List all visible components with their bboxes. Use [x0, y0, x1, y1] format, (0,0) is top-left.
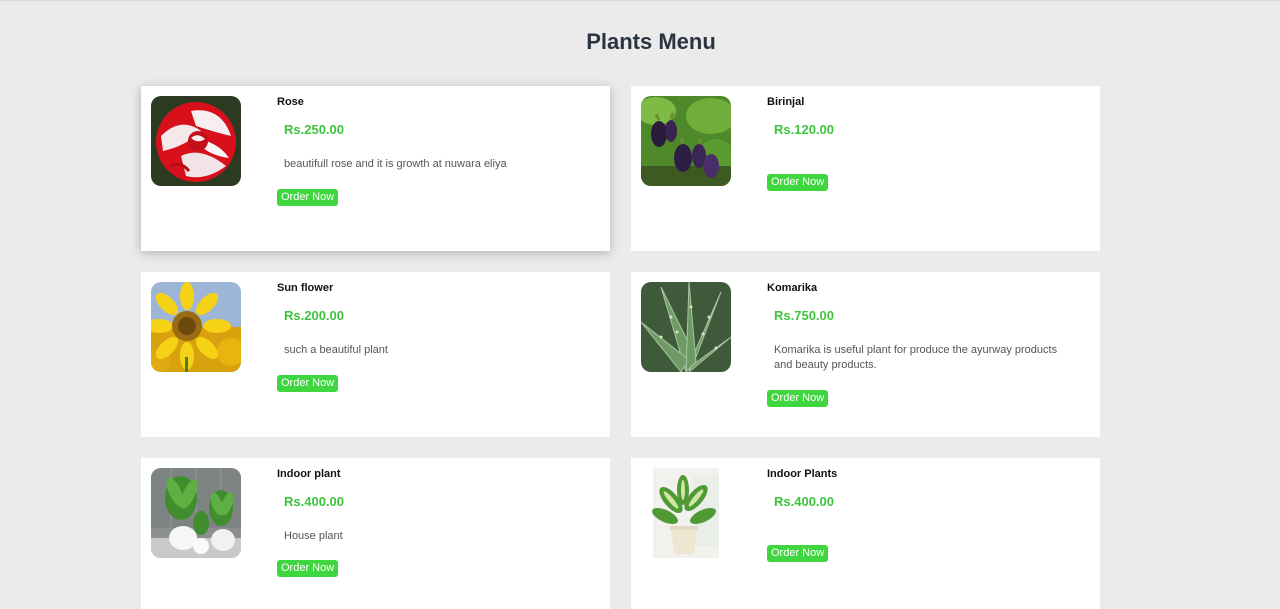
product-name: Komarika — [767, 282, 818, 294]
product-card-rose: Rose Rs.250.00 beautifull rose and it is… — [141, 86, 610, 251]
order-now-button[interactable]: Order Now — [767, 390, 829, 407]
product-price: Rs.750.00 — [774, 308, 834, 323]
order-now-button[interactable]: Order Now — [277, 189, 339, 206]
product-description: beautifull rose and it is growth at nuwa… — [284, 158, 507, 170]
order-now-button[interactable]: Order Now — [767, 545, 829, 562]
product-card-indoor-plant: Indoor plant Rs.400.00 House plant Order… — [141, 458, 610, 609]
potted-palms-image — [151, 468, 241, 558]
product-price: Rs.400.00 — [774, 494, 834, 509]
product-name: Indoor plant — [277, 468, 341, 480]
rose-image — [151, 96, 241, 186]
product-card-indoor-plants: Indoor Plants Rs.400.00 Order Now — [631, 458, 1100, 609]
product-name: Birinjal — [767, 96, 805, 108]
product-description: such a beautiful plant — [284, 344, 388, 356]
product-name: Sun flower — [277, 282, 334, 294]
product-card-komarika: Komarika Rs.750.00 Komarika is useful pl… — [631, 272, 1100, 437]
product-price: Rs.120.00 — [774, 122, 834, 137]
product-price: Rs.200.00 — [284, 308, 344, 323]
eggplant-image — [641, 96, 731, 186]
product-card-birinjal: Birinjal Rs.120.00 Order Now — [631, 86, 1100, 251]
order-now-button[interactable]: Order Now — [277, 375, 339, 392]
sunflower-image — [151, 282, 241, 372]
product-description: Komarika is useful plant for produce the… — [774, 344, 1058, 371]
product-price: Rs.400.00 — [284, 494, 344, 509]
product-description: House plant — [284, 530, 343, 542]
page-title: Plants Menu — [586, 29, 716, 54]
product-name: Indoor Plants — [767, 468, 838, 480]
order-now-button[interactable]: Order Now — [767, 174, 829, 191]
dieffenbachia-pot-image — [641, 468, 731, 558]
order-now-button[interactable]: Order Now — [277, 560, 339, 577]
product-card-sunflower: Sun flower Rs.200.00 such a beautiful pl… — [141, 272, 610, 437]
product-name: Rose — [277, 96, 304, 108]
aloe-vera-image — [641, 282, 731, 372]
product-price: Rs.250.00 — [284, 122, 344, 137]
